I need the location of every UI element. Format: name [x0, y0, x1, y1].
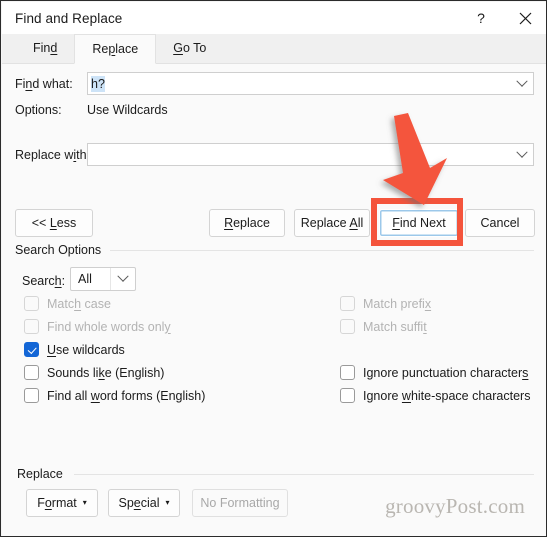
tab-find-label: Find: [33, 41, 58, 55]
find-next-button-label: Find Next: [392, 216, 446, 230]
search-options-group-divider: [110, 250, 534, 251]
checkbox-ignore-white-space-characters[interactable]: Ignore white-space characters: [340, 388, 530, 403]
checkbox-match-prefix-label: Match prefix: [363, 296, 432, 311]
tab-find[interactable]: Find: [16, 33, 74, 63]
chevron-down-icon: [516, 75, 528, 87]
checkbox-sounds-like-label: Sounds like (English): [47, 365, 165, 380]
window-controls: ?: [459, 2, 546, 34]
replace-with-dropdown-button[interactable]: [510, 144, 533, 165]
question-mark-icon: ?: [477, 10, 485, 26]
replace-group-divider: [74, 474, 534, 475]
find-what-combo[interactable]: h?: [87, 72, 534, 95]
checkbox-use-wildcards[interactable]: Use wildcards: [24, 342, 125, 357]
checkbox-box[interactable]: [340, 296, 355, 311]
help-button[interactable]: ?: [459, 2, 503, 34]
watermark: groovyPost.com: [385, 494, 525, 518]
cancel-button[interactable]: Cancel: [465, 209, 535, 237]
dialog-title: Find and Replace: [15, 10, 123, 26]
find-next-button[interactable]: Find Next: [379, 209, 459, 237]
replace-with-label: Replace with:: [15, 148, 91, 162]
find-and-replace-dialog: Find and Replace ? Find Replace Go To Fi…: [0, 0, 547, 537]
format-button-label: Format: [37, 496, 77, 510]
checkbox-match-suffix-label: Match suffit: [363, 319, 427, 334]
tab-replace-label: Replace: [92, 42, 139, 56]
search-label: Search:: [22, 274, 66, 288]
checkbox-match-suffix[interactable]: Match suffit: [340, 319, 427, 334]
checkbox-box[interactable]: [340, 365, 355, 380]
chevron-down-icon: [117, 270, 129, 282]
chevron-down-icon: [516, 146, 528, 158]
format-button[interactable]: Format ▾: [26, 489, 98, 517]
tab-go-to[interactable]: Go To: [156, 33, 223, 63]
close-button[interactable]: [503, 2, 546, 34]
checkbox-find-all-word-forms-label: Find all word forms (English): [47, 388, 206, 403]
options-value: Use Wildcards: [87, 103, 168, 117]
less-button[interactable]: << Less: [15, 209, 93, 237]
checkbox-ignore-white-space-characters-label: Ignore white-space characters: [363, 388, 531, 403]
close-icon: [519, 12, 532, 25]
dialog-body: Find what: h? Options: Use Wildcards Rep…: [2, 64, 546, 536]
find-what-dropdown-button[interactable]: [510, 73, 533, 94]
less-button-label: << Less: [31, 216, 77, 230]
replace-all-button-label: Replace All: [300, 216, 364, 230]
checkbox-box[interactable]: [24, 388, 39, 403]
options-label: Options:: [15, 103, 62, 117]
checkbox-match-case-label: Match case: [47, 296, 111, 311]
search-options-group-label: Search Options: [15, 243, 108, 257]
dialog-titlebar: Find and Replace ?: [2, 2, 546, 34]
replace-group-label: Replace: [17, 467, 69, 481]
caret-down-icon: ▾: [82, 497, 87, 507]
cancel-button-label: Cancel: [480, 216, 520, 230]
replace-button-label: Replace: [224, 216, 270, 230]
find-what-label: Find what:: [15, 77, 73, 91]
checkbox-ignore-punctuation-characters-label: Ignore punctuation characters: [363, 365, 529, 380]
checkbox-find-whole-words-only-label: Find whole words only: [47, 319, 171, 334]
checkbox-box[interactable]: [24, 319, 39, 334]
no-formatting-button: No Formatting: [192, 489, 288, 517]
replace-button[interactable]: Replace: [209, 209, 285, 237]
checkbox-box[interactable]: [340, 319, 355, 334]
search-scope-value: All: [78, 272, 92, 286]
special-button-label: Special: [118, 496, 160, 510]
search-scope-select[interactable]: All: [70, 267, 136, 291]
checkbox-ignore-punctuation-characters[interactable]: Ignore punctuation characters: [340, 365, 528, 380]
checkbox-find-all-word-forms[interactable]: Find all word forms (English): [24, 388, 205, 403]
replace-with-combo[interactable]: [87, 143, 534, 166]
no-formatting-button-label: No Formatting: [200, 496, 280, 510]
checkbox-sounds-like[interactable]: Sounds like (English): [24, 365, 164, 380]
checkbox-match-prefix[interactable]: Match prefix: [340, 296, 431, 311]
tab-go-to-label: Go To: [173, 41, 207, 55]
special-button[interactable]: Special ▾: [108, 489, 180, 517]
checkbox-box[interactable]: [24, 342, 39, 357]
tab-replace[interactable]: Replace: [74, 34, 157, 64]
checkbox-box[interactable]: [24, 365, 39, 380]
find-what-value: h?: [91, 75, 105, 92]
checkbox-box[interactable]: [24, 296, 39, 311]
replace-with-input[interactable]: [88, 144, 510, 165]
caret-down-icon: ▾: [165, 497, 170, 507]
search-scope-dropdown-button[interactable]: [110, 268, 135, 290]
checkbox-box[interactable]: [340, 388, 355, 403]
find-what-input[interactable]: h?: [88, 73, 510, 94]
checkbox-find-whole-words-only[interactable]: Find whole words only: [24, 319, 171, 334]
replace-all-button[interactable]: Replace All: [294, 209, 370, 237]
tab-strip: Find Replace Go To: [2, 33, 546, 64]
checkbox-match-case[interactable]: Match case: [24, 296, 111, 311]
checkbox-use-wildcards-label: Use wildcards: [47, 342, 125, 357]
